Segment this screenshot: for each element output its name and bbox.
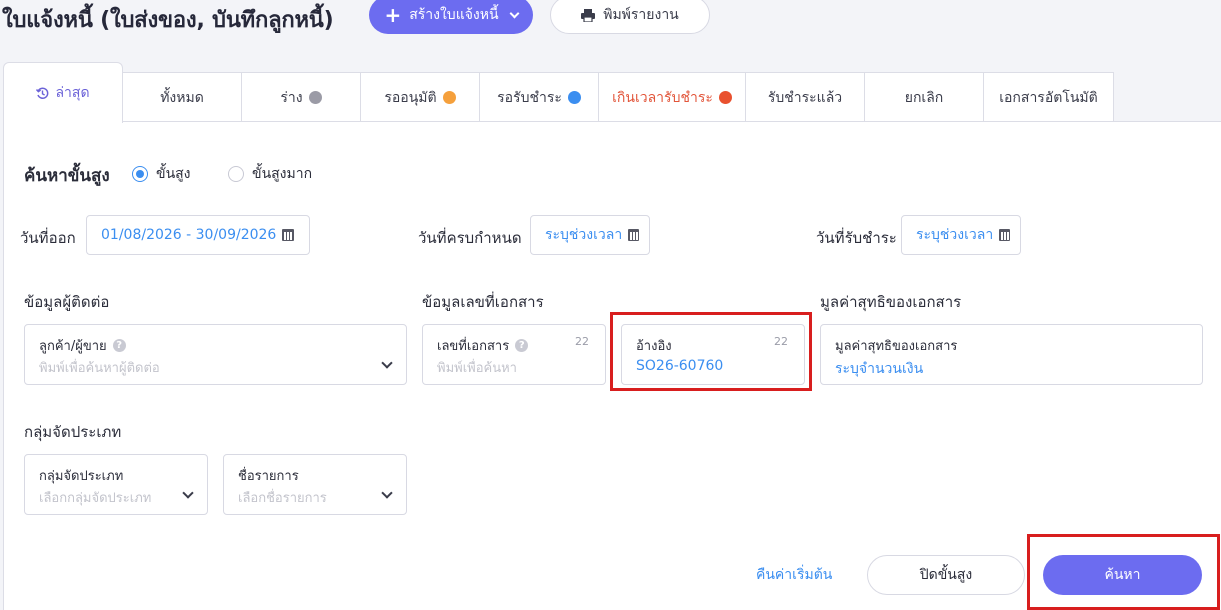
document-number-placeholder: พิมพ์เพื่อค้นหา bbox=[437, 361, 517, 376]
tab-label: ล่าสุด bbox=[55, 85, 90, 101]
issue-date-value: 01/08/2026 - 30/09/2026 bbox=[101, 227, 277, 243]
tab-label: รออนุมัติ bbox=[384, 89, 437, 106]
page-title: ใบแจ้งหนี้ (ใบส่งของ, บันทึกลูกหนี้) bbox=[2, 8, 334, 33]
tab-draft[interactable]: ร่าง bbox=[241, 72, 361, 122]
document-number-section-heading: ข้อมูลเลขที่เอกสาร bbox=[422, 293, 544, 311]
issue-date-label: วันที่ออก bbox=[20, 229, 76, 247]
item-name-select[interactable]: ชื่อรายการ เลือกชื่อรายการ bbox=[223, 454, 407, 515]
chevron-down-icon bbox=[381, 487, 393, 499]
calendar-icon bbox=[999, 229, 1010, 241]
radio-advanced[interactable]: ขั้นสูง bbox=[132, 163, 191, 185]
advanced-search-panel: ค้นหาขั้นสูง ขั้นสูง ขั้นสูงมาก วันที่ออ… bbox=[3, 121, 1221, 610]
close-advanced-button[interactable]: ปิดขั้นสูง bbox=[867, 555, 1025, 595]
tab-latest[interactable]: ล่าสุด bbox=[3, 62, 123, 123]
tab-overdue[interactable]: เกินเวลารับชำระ bbox=[598, 72, 746, 122]
contact-section-heading: ข้อมูลผู้ติดต่อ bbox=[24, 293, 110, 311]
tab-cancelled[interactable]: ยกเลิก bbox=[864, 72, 984, 122]
tab-label: รอรับชำระ bbox=[497, 89, 562, 106]
net-value-label: มูลค่าสุทธิของเอกสาร bbox=[835, 339, 958, 354]
radio-very-advanced[interactable]: ขั้นสูงมาก bbox=[228, 163, 312, 185]
create-invoice-label: สร้างใบแจ้งหนี้ bbox=[409, 7, 499, 23]
tab-label: ร่าง bbox=[280, 89, 303, 106]
category-group-select[interactable]: กลุ่มจัดประเภท เลือกกลุ่มจัดประเภท bbox=[24, 454, 208, 515]
plus-icon: + bbox=[384, 3, 402, 27]
status-dot-icon bbox=[308, 91, 322, 104]
history-icon bbox=[36, 86, 49, 99]
tab-label: เอกสารอัตโนมัติ bbox=[999, 89, 1098, 106]
net-value-input[interactable]: มูลค่าสุทธิของเอกสาร ระบุจำนวนเงิน bbox=[820, 324, 1203, 385]
issue-date-range-picker[interactable]: 01/08/2026 - 30/09/2026 bbox=[86, 215, 310, 255]
document-number-input[interactable]: เลขที่เอกสาร ? 22 พิมพ์เพื่อค้นหา bbox=[422, 324, 606, 385]
reference-count: 22 bbox=[774, 335, 788, 348]
radio-label: ขั้นสูง bbox=[156, 166, 191, 182]
category-group-label: กลุ่มจัดประเภท bbox=[39, 469, 124, 484]
top-bar: ใบแจ้งหนี้ (ใบส่งของ, บันทึกลูกหนี้) + ส… bbox=[0, 0, 1221, 62]
payment-date-range-picker[interactable]: ระบุช่วงเวลา bbox=[901, 215, 1021, 255]
status-dot-icon bbox=[567, 91, 581, 104]
due-date-value: ระบุช่วงเวลา bbox=[545, 227, 623, 243]
reference-input[interactable]: อ้างอิง 22 SO26-60760 bbox=[621, 324, 805, 385]
tab-label: ทั้งหมด bbox=[160, 89, 204, 106]
net-value-section-heading: มูลค่าสุทธิของเอกสาร bbox=[820, 293, 962, 311]
tab-label: ยกเลิก bbox=[904, 89, 944, 106]
reset-defaults-link[interactable]: คืนค่าเริ่มต้น bbox=[756, 564, 832, 586]
customer-vendor-label: ลูกค้า/ผู้ขาย bbox=[39, 339, 107, 354]
help-icon[interactable]: ? bbox=[515, 339, 529, 352]
document-number-label: เลขที่เอกสาร bbox=[437, 339, 510, 354]
document-number-count: 22 bbox=[575, 335, 589, 348]
tab-paid[interactable]: รับชำระแล้ว bbox=[745, 72, 865, 122]
chevron-down-icon bbox=[182, 487, 194, 499]
net-value-placeholder: ระบุจำนวนเงิน bbox=[835, 361, 924, 377]
chevron-down-icon bbox=[381, 357, 393, 369]
help-icon[interactable]: ? bbox=[112, 339, 126, 352]
status-dot-icon bbox=[718, 91, 732, 104]
customer-vendor-select[interactable]: ลูกค้า/ผู้ขาย ? พิมพ์เพื่อค้นหาผู้ติดต่อ bbox=[24, 324, 407, 385]
reference-value: SO26-60760 bbox=[636, 358, 724, 374]
tab-recurring-documents[interactable]: เอกสารอัตโนมัติ bbox=[983, 72, 1114, 122]
radio-label: ขั้นสูงมาก bbox=[252, 166, 313, 182]
create-invoice-button[interactable]: + สร้างใบแจ้งหนี้ bbox=[369, 0, 533, 34]
customer-vendor-placeholder: พิมพ์เพื่อค้นหาผู้ติดต่อ bbox=[39, 361, 160, 376]
tab-awaiting-payment[interactable]: รอรับชำระ bbox=[479, 72, 599, 122]
item-name-label: ชื่อรายการ bbox=[238, 469, 299, 484]
item-name-placeholder: เลือกชื่อรายการ bbox=[238, 491, 327, 506]
print-report-button[interactable]: พิมพ์รายงาน bbox=[550, 0, 710, 34]
calendar-icon bbox=[282, 229, 295, 241]
due-date-range-picker[interactable]: ระบุช่วงเวลา bbox=[530, 215, 650, 255]
category-section-heading: กลุ่มจัดประเภท bbox=[24, 423, 122, 441]
tab-awaiting-approval[interactable]: รออนุมัติ bbox=[360, 72, 480, 122]
tab-label: เกินเวลารับชำระ bbox=[612, 89, 713, 106]
payment-date-label: วันที่รับชำระ bbox=[816, 229, 897, 247]
radio-selected-icon bbox=[132, 166, 148, 182]
advanced-search-heading: ค้นหาขั้นสูง bbox=[24, 166, 110, 186]
radio-unselected-icon bbox=[228, 166, 244, 182]
customer-vendor-label-row: ลูกค้า/ผู้ขาย ? bbox=[39, 335, 126, 356]
printer-icon bbox=[581, 8, 596, 22]
tab-all[interactable]: ทั้งหมด bbox=[122, 72, 242, 122]
search-button[interactable]: ค้นหา bbox=[1043, 555, 1202, 595]
calendar-icon bbox=[628, 229, 639, 241]
status-dot-icon bbox=[442, 91, 456, 104]
category-group-placeholder: เลือกกลุ่มจัดประเภท bbox=[39, 491, 152, 506]
due-date-label: วันที่ครบกำหนด bbox=[418, 229, 522, 247]
chevron-down-icon bbox=[509, 8, 520, 18]
payment-date-value: ระบุช่วงเวลา bbox=[916, 227, 994, 243]
tab-label: รับชำระแล้ว bbox=[767, 89, 843, 106]
reference-label: อ้างอิง bbox=[636, 339, 672, 354]
document-number-label-row: เลขที่เอกสาร ? bbox=[437, 335, 529, 356]
print-report-label: พิมพ์รายงาน bbox=[603, 7, 679, 23]
